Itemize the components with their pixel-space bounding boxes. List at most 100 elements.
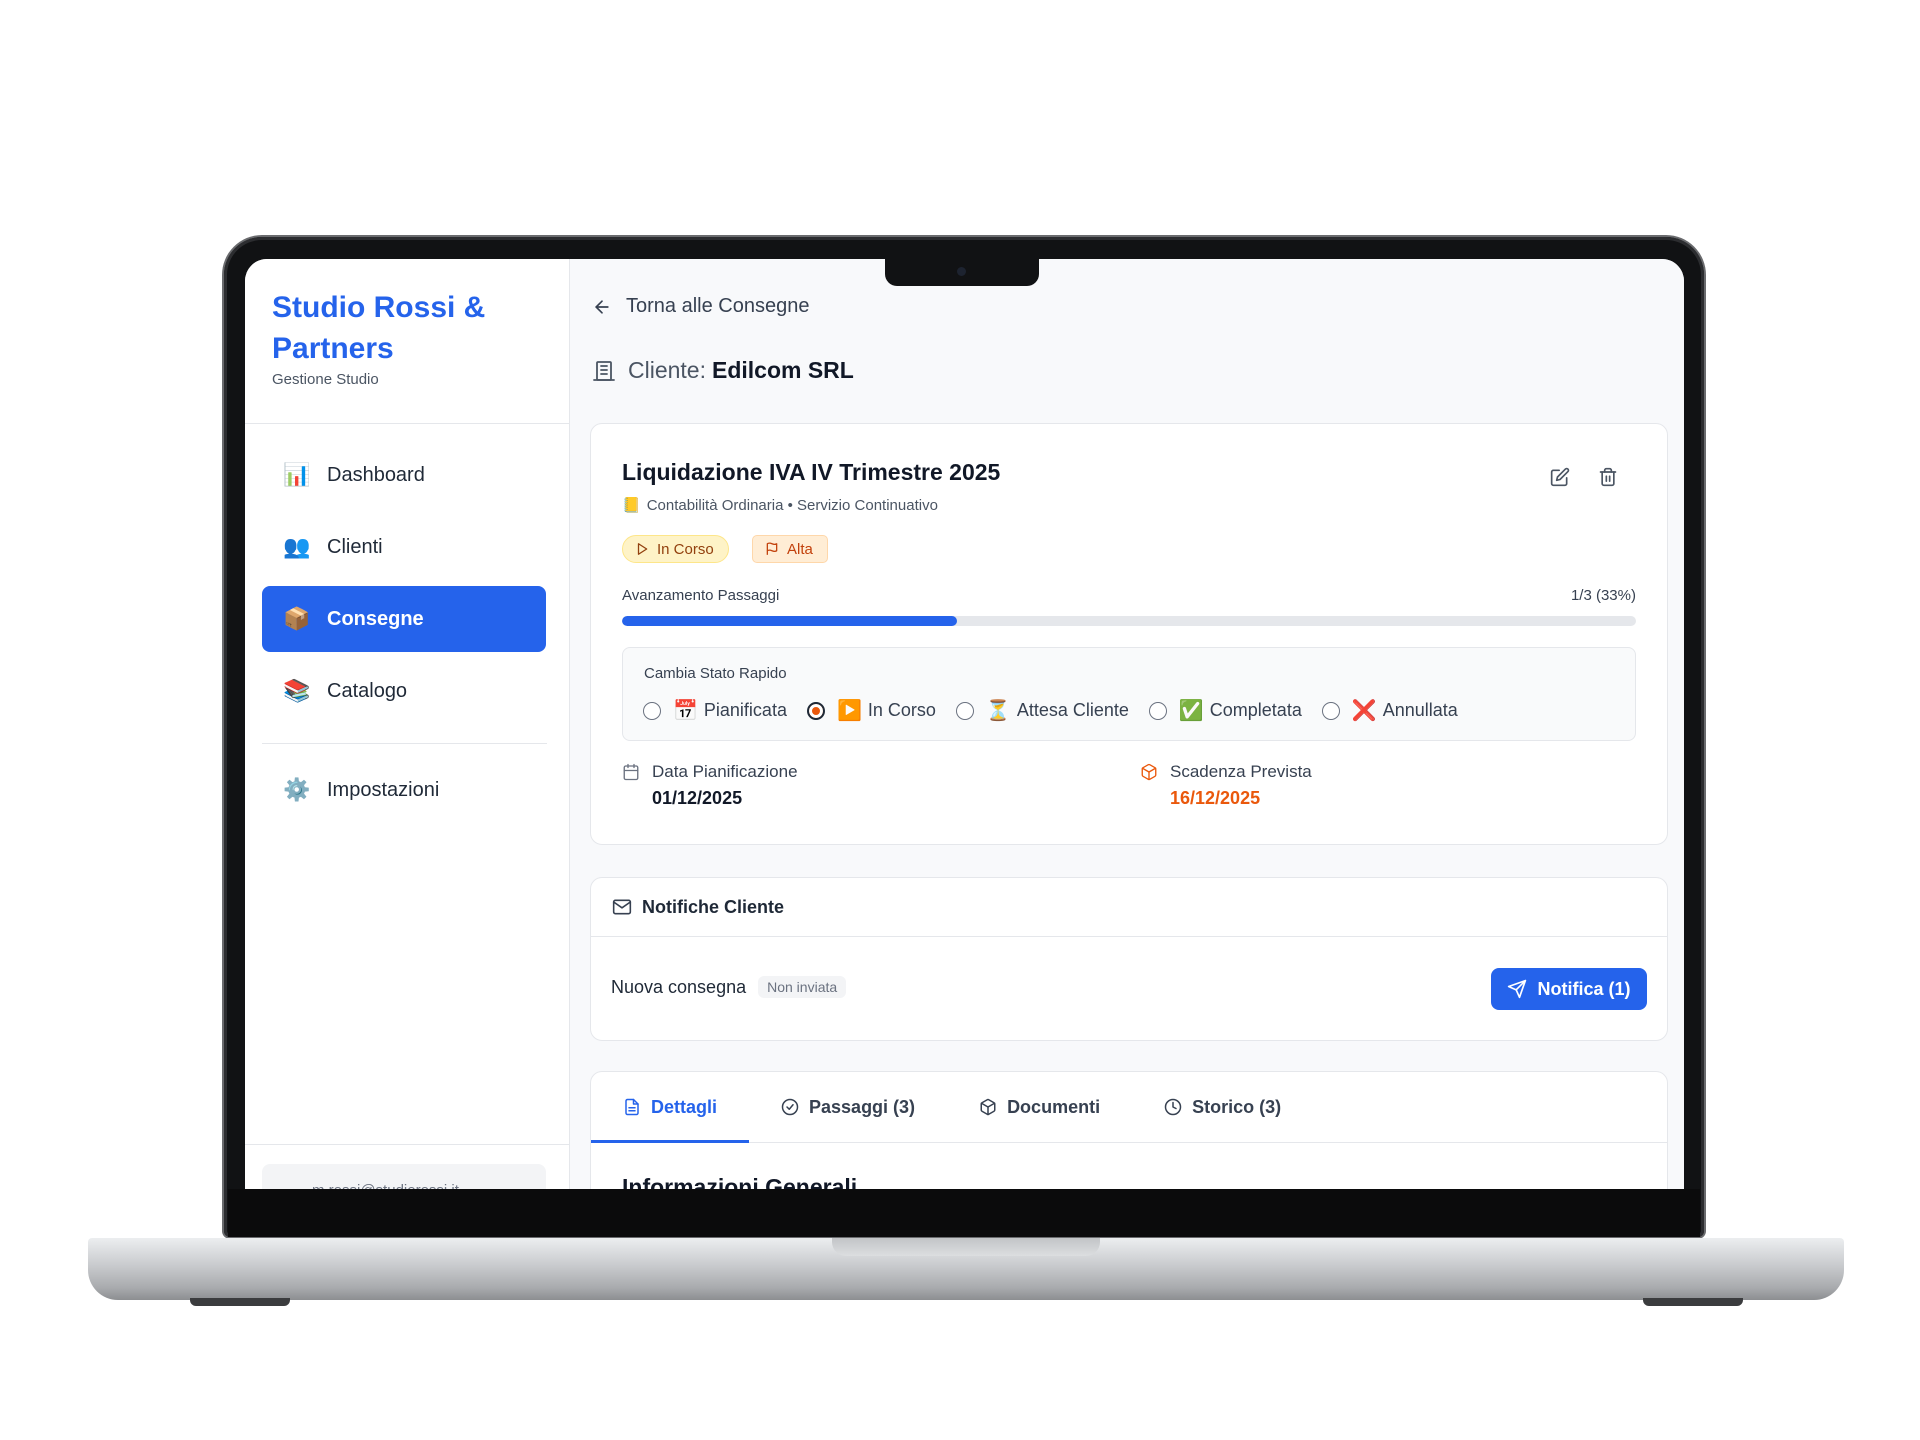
- progress-count: 1/3 (33%): [1570, 587, 1636, 604]
- progress-bar: [622, 616, 1636, 626]
- sidebar-item-clienti[interactable]: 👥 Clienti: [262, 514, 546, 580]
- sidebar-divider: [262, 743, 547, 744]
- tab-label: Documenti: [1007, 1096, 1101, 1117]
- brand-subtitle: Gestione Studio: [272, 371, 379, 388]
- sidebar-divider: [245, 423, 569, 424]
- mail-icon: [612, 899, 632, 915]
- due-date-block: Scadenza Prevista 16/12/2025: [1140, 762, 1312, 809]
- radio-button[interactable]: [1148, 701, 1167, 720]
- building-icon: [593, 360, 615, 381]
- status-option-annullata[interactable]: ❌ Annullata: [1321, 698, 1458, 723]
- sidebar-item-impostazioni[interactable]: ⚙️ Impostazioni: [262, 757, 546, 823]
- sidebar-item-label: Dashboard: [327, 463, 425, 486]
- progress-label: Avanzamento Passaggi: [622, 587, 780, 604]
- planned-date-value: 01/12/2025: [652, 788, 743, 808]
- people-icon: 👥: [283, 534, 311, 559]
- quick-status-options: 📅 Pianificata ▶️ In Corso ⏳ Attesa Clien…: [643, 698, 1478, 723]
- notifications-header: Notifiche Cliente: [591, 878, 1667, 937]
- calendar-icon: 📅: [673, 700, 698, 722]
- planned-date-block: Data Pianificazione 01/12/2025: [622, 762, 798, 809]
- sidebar-item-dashboard[interactable]: 📊 Dashboard: [262, 442, 546, 508]
- user-email[interactable]: m.rossi@studiorossi.it: [262, 1164, 546, 1189]
- tab-bar: Dettagli Passaggi (3) Documenti Storico …: [591, 1072, 1667, 1143]
- status-option-label: Attesa Cliente: [1016, 700, 1129, 720]
- notifications-title: Notifiche Cliente: [642, 896, 785, 917]
- quick-status-panel: Cambia Stato Rapido 📅 Pianificata ▶️ In …: [622, 647, 1636, 741]
- radio-button[interactable]: [643, 701, 661, 720]
- send-icon: [1508, 979, 1527, 999]
- sidebar: Studio Rossi & Partners Gestione Studio …: [245, 259, 570, 1189]
- priority-badge-label: Alta: [787, 540, 813, 558]
- notifications-card: Notifiche Cliente Nuova consegna Non inv…: [590, 877, 1668, 1041]
- back-link[interactable]: Torna alle Consegne: [592, 295, 809, 318]
- due-date-label: Scadenza Prevista: [1170, 762, 1312, 781]
- planned-date-label: Data Pianificazione: [652, 762, 798, 781]
- client-header: Cliente: Edilcom SRL: [592, 357, 854, 384]
- notification-status-badge: Non inviata: [758, 976, 847, 998]
- notify-button[interactable]: Notifica (1): [1491, 968, 1647, 1010]
- client-prefix: Cliente:: [628, 357, 706, 383]
- hourglass-icon: ⏳: [985, 700, 1011, 722]
- tab-label: Passaggi (3): [809, 1096, 916, 1117]
- tab-passaggi[interactable]: Passaggi (3): [749, 1072, 947, 1142]
- sidebar-item-catalogo[interactable]: 📚 Catalogo: [262, 658, 546, 724]
- sidebar-item-label: Clienti: [327, 535, 383, 558]
- task-subtitle: 📒 Contabilità Ordinaria • Servizio Conti…: [622, 496, 938, 515]
- status-option-completata[interactable]: ✅ Completata: [1148, 698, 1302, 723]
- document-icon: [625, 1098, 639, 1116]
- flag-icon: [766, 542, 778, 555]
- camera-notch: [885, 259, 1039, 286]
- status-option-label: Completata: [1209, 700, 1302, 720]
- due-date-value: 16/12/2025: [1170, 788, 1261, 808]
- laptop-foot-right: [1643, 1298, 1743, 1306]
- notify-button-label: Notifica (1): [1537, 978, 1631, 999]
- sidebar-item-consegne[interactable]: 📦 Consegne: [262, 586, 546, 652]
- client-name: Edilcom SRL: [711, 357, 854, 383]
- tab-storico[interactable]: Storico (3): [1132, 1072, 1313, 1142]
- tab-label: Dettagli: [651, 1096, 718, 1117]
- status-option-label: In Corso: [867, 700, 936, 720]
- planned-date-label-row: Data Pianificazione: [622, 762, 798, 782]
- radio-button-selected[interactable]: [806, 701, 825, 720]
- quick-status-title: Cambia Stato Rapido: [644, 665, 787, 682]
- laptop-base-notch: [832, 1238, 1100, 1256]
- gear-icon: ⚙️: [283, 777, 311, 802]
- radio-button[interactable]: [955, 701, 974, 720]
- play-icon: [637, 543, 648, 555]
- arrow-left-icon: [595, 299, 609, 314]
- sidebar-item-label: Consegne: [327, 607, 424, 630]
- clock-icon: [1164, 1098, 1182, 1116]
- sidebar-item-label: Impostazioni: [327, 778, 440, 801]
- status-option-attesa-cliente[interactable]: ⏳ Attesa Cliente: [955, 698, 1129, 723]
- package-icon: [1141, 763, 1157, 781]
- check-mark-icon: ✅: [1178, 700, 1204, 722]
- package-icon: 📦: [283, 606, 311, 631]
- laptop-foot-left: [190, 1298, 290, 1306]
- tab-dettagli[interactable]: Dettagli: [591, 1072, 750, 1143]
- check-circle-icon: [781, 1098, 799, 1116]
- trash-icon: [1599, 467, 1617, 487]
- delete-button[interactable]: [1593, 462, 1623, 492]
- priority-badge: Alta: [752, 535, 828, 563]
- tab-documenti[interactable]: Documenti: [947, 1072, 1132, 1142]
- laptop-screen: Studio Rossi & Partners Gestione Studio …: [245, 259, 1684, 1189]
- back-link-label: Torna alle Consegne: [626, 295, 810, 317]
- bar-chart-icon: 📊: [283, 462, 311, 487]
- status-option-in-corso[interactable]: ▶️ In Corso: [806, 698, 936, 723]
- package-icon: [980, 1098, 996, 1116]
- status-badge: In Corso: [622, 535, 729, 563]
- task-title: Liquidazione IVA IV Trimestre 2025: [622, 459, 1001, 485]
- status-option-pianificata[interactable]: 📅 Pianificata: [643, 698, 787, 723]
- section-title: Informazioni Generali: [622, 1174, 858, 1189]
- calendar-icon: [623, 763, 639, 781]
- sidebar-divider: [245, 1144, 569, 1145]
- notification-item: Nuova consegna Non inviata: [611, 976, 847, 998]
- edit-icon: [1550, 467, 1570, 487]
- notification-label: Nuova consegna: [611, 976, 747, 997]
- laptop-chin: [228, 1189, 1700, 1237]
- main-content: Torna alle Consegne Cliente: Edilcom SRL…: [570, 259, 1684, 1189]
- radio-button[interactable]: [1321, 701, 1340, 720]
- tab-label: Storico (3): [1192, 1096, 1282, 1117]
- play-button-icon: ▶️: [836, 700, 862, 722]
- edit-button[interactable]: [1545, 462, 1575, 492]
